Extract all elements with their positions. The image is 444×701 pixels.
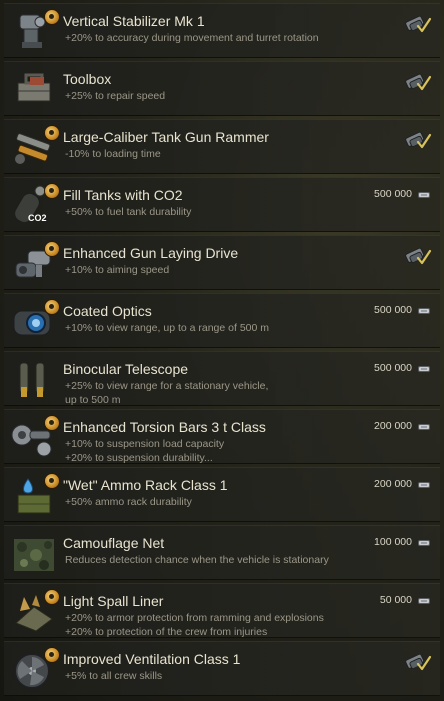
item-description: +50% to fuel tank durability	[65, 205, 191, 219]
equipment-row[interactable]: Enhanced Torsion Bars 3 t Class +10% to s…	[4, 409, 440, 464]
item-title: Toolbox	[63, 71, 112, 87]
co2-extinguisher-icon: CO2	[10, 183, 60, 229]
description-line: +5% to all crew skills	[65, 670, 163, 682]
item-title: "Wet" Ammo Rack Class 1	[63, 477, 228, 493]
item-title: Vertical Stabilizer Mk 1	[63, 13, 205, 29]
silver-coin-icon	[418, 307, 430, 315]
gold-badge-icon	[44, 415, 60, 431]
silver-coin-icon	[418, 365, 430, 373]
wet-ammo-rack-icon	[10, 473, 60, 519]
description-line: +25% to view range for a stationary vehi…	[65, 380, 269, 392]
description-line: +20% to protection of the crew from inju…	[65, 626, 268, 638]
description-line: +10% to aiming speed	[65, 264, 170, 276]
description-line: Reduces detection chance when the vehicl…	[65, 554, 329, 566]
item-description: -10% to loading time	[65, 147, 161, 161]
gold-badge-icon	[44, 125, 60, 141]
item-title: Large-Caliber Tank Gun Rammer	[63, 129, 269, 145]
description-line: +20% to accuracy during movement and tur…	[65, 32, 319, 44]
item-description: +10% to view range, up to a range of 500…	[65, 321, 269, 335]
item-title: Enhanced Torsion Bars 3 t Class	[63, 419, 266, 435]
item-title: Coated Optics	[63, 303, 152, 319]
item-description: +10% to aiming speed	[65, 263, 169, 277]
gold-badge-icon	[44, 9, 60, 25]
equipment-row[interactable]: Camouflage Net Reduces detection chance w…	[4, 525, 440, 580]
camouflage-net-icon	[10, 531, 58, 577]
description-line: +20% to suspension durability...	[65, 452, 213, 464]
in-depot-check-icon	[404, 13, 432, 35]
equipment-row[interactable]: CO2 Fill Tanks with CO2 +50% to fuel tank …	[4, 177, 440, 232]
gun-rammer-icon	[10, 125, 60, 171]
item-title: Enhanced Gun Laying Drive	[63, 245, 239, 261]
description-line: +50% to fuel tank durability	[65, 206, 192, 218]
equipment-row[interactable]: Toolbox +25% to repair speed	[4, 61, 440, 116]
item-price: 500 000	[374, 188, 412, 200]
equipment-row[interactable]: Light Spall Liner +20% to armor protectio…	[4, 583, 440, 638]
in-depot-check-icon	[404, 651, 432, 673]
description-line: up to 500 m	[65, 394, 121, 406]
gold-badge-icon	[44, 183, 60, 199]
torsion-bars-icon	[10, 415, 60, 461]
equipment-list: Vertical Stabilizer Mk 1 +20% to accuracy…	[0, 0, 444, 701]
in-depot-check-icon	[404, 71, 432, 93]
item-description: +20% to armor protection from ramming an…	[65, 611, 324, 639]
item-price: 50 000	[379, 594, 412, 606]
spall-liner-icon	[10, 589, 60, 635]
equipment-row[interactable]: Improved Ventilation Class 1 +5% to all c…	[4, 641, 440, 696]
silver-coin-icon	[418, 191, 430, 199]
equipment-row[interactable]: "Wet" Ammo Rack Class 1 +50% ammo rack du…	[4, 467, 440, 522]
item-description: Reduces detection chance when the vehicl…	[65, 553, 329, 567]
gold-badge-icon	[44, 299, 60, 315]
item-description: +25% to view range for a stationary vehi…	[65, 379, 268, 407]
description-line: +10% to suspension load capacity	[65, 438, 225, 450]
item-title: Camouflage Net	[63, 535, 165, 551]
silver-coin-icon	[418, 423, 430, 431]
equipment-row[interactable]: Large-Caliber Tank Gun Rammer -10% to loa…	[4, 119, 440, 174]
gun-laying-drive-icon	[10, 241, 60, 287]
item-description: +10% to suspension load capacity +20% to …	[65, 437, 224, 465]
item-description: +25% to repair speed	[65, 89, 165, 103]
gold-badge-icon	[44, 473, 60, 489]
item-price: 500 000	[374, 304, 412, 316]
toolbox-icon	[10, 67, 58, 113]
equipment-row[interactable]: Coated Optics +10% to view range, up to a…	[4, 293, 440, 348]
item-title: Fill Tanks with CO2	[63, 187, 183, 203]
co2-label: CO2	[28, 213, 47, 223]
item-description: +20% to accuracy during movement and tur…	[65, 31, 319, 45]
binocular-telescope-icon	[10, 357, 58, 403]
in-depot-check-icon	[404, 129, 432, 151]
description-line: +10% to view range, up to a range of 500…	[65, 322, 270, 334]
item-price: 200 000	[374, 420, 412, 432]
ventilation-icon	[10, 647, 60, 693]
item-price: 200 000	[374, 478, 412, 490]
gold-badge-icon	[44, 589, 60, 605]
item-title: Light Spall Liner	[63, 593, 164, 609]
equipment-row[interactable]: Enhanced Gun Laying Drive +10% to aiming …	[4, 235, 440, 290]
item-description: +50% ammo rack durability	[65, 495, 192, 509]
item-description: +5% to all crew skills	[65, 669, 162, 683]
item-title: Binocular Telescope	[63, 361, 189, 377]
stabilizer-icon	[10, 9, 60, 55]
item-price: 500 000	[374, 362, 412, 374]
equipment-row[interactable]: Binocular Telescope +25% to view range fo…	[4, 351, 440, 406]
gold-badge-icon	[44, 241, 60, 257]
equipment-row[interactable]: Vertical Stabilizer Mk 1 +20% to accuracy…	[4, 3, 440, 58]
description-line: -10% to loading time	[65, 148, 161, 160]
silver-coin-icon	[418, 597, 430, 605]
coated-optics-icon	[10, 299, 60, 345]
description-line: +50% ammo rack durability	[65, 496, 192, 508]
description-line: +25% to repair speed	[65, 90, 166, 102]
silver-coin-icon	[418, 539, 430, 547]
in-depot-check-icon	[404, 245, 432, 267]
item-price: 100 000	[374, 536, 412, 548]
gold-badge-icon	[44, 647, 60, 663]
silver-coin-icon	[418, 481, 430, 489]
item-title: Improved Ventilation Class 1	[63, 651, 241, 667]
description-line: +20% to armor protection from ramming an…	[65, 612, 324, 624]
